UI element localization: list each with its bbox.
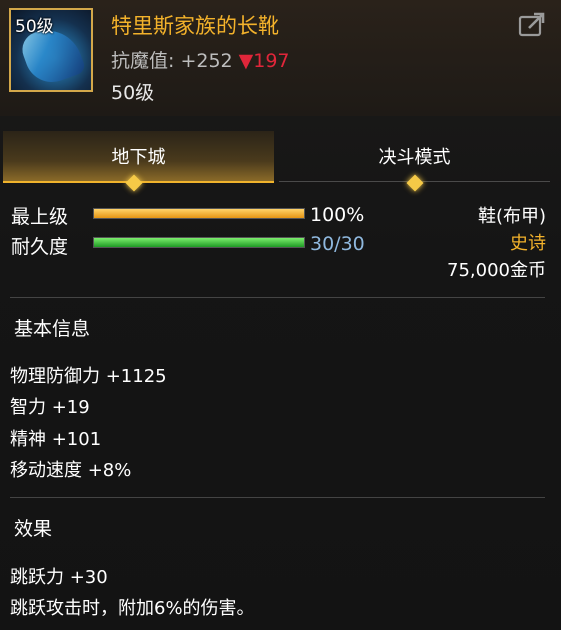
durability-label: 耐久度: [11, 236, 69, 258]
item-type: 鞋(布甲): [477, 206, 546, 227]
mode-tabs: 地下城 决斗模式: [0, 131, 561, 183]
item-rarity: 史诗: [510, 233, 546, 254]
resist-change: ▼197: [238, 50, 290, 72]
item-header: 50级 特里斯家族的长靴 抗魔值: +252 ▼197 50级: [0, 0, 561, 116]
item-price: 75,000金币: [447, 260, 546, 281]
divider: [10, 297, 545, 298]
stat-line: 智力 +19: [10, 397, 90, 418]
boot-icon[interactable]: 50级: [9, 8, 93, 92]
tab-dungeon-label: 地下城: [111, 147, 166, 168]
divider: [10, 497, 545, 498]
durability-bar-fill: [94, 238, 304, 247]
effect-line: 跳跃攻击时，附加6%的伤害。: [10, 598, 255, 619]
durability-bar: [93, 237, 305, 248]
level-bar: [93, 208, 305, 219]
level-label: 最上级: [11, 206, 69, 228]
level-bar-fill: [94, 209, 304, 218]
effects-title: 效果: [14, 518, 53, 540]
basic-info-title: 基本信息: [14, 318, 91, 340]
share-icon[interactable]: [517, 10, 547, 40]
item-name: 特里斯家族的长靴: [111, 14, 279, 38]
resist-label: 抗魔值: +252: [111, 50, 233, 72]
resist-stat: 抗魔值: +252 ▼197: [111, 46, 290, 73]
durability-value: 30/30: [310, 233, 365, 255]
tab-pvp-label: 决斗模式: [378, 147, 451, 168]
stat-line: 精神 +101: [10, 429, 102, 450]
stat-line: 移动速度 +8%: [10, 460, 132, 481]
stat-line: 物理防御力 +1125: [10, 366, 167, 387]
icon-level-label: 50级: [15, 17, 54, 37]
effect-line: 跳跃力 +30: [10, 567, 108, 588]
tab-dungeon[interactable]: 地下城: [3, 131, 274, 183]
level-value: 100%: [310, 204, 365, 226]
required-level: 50级: [111, 82, 155, 104]
